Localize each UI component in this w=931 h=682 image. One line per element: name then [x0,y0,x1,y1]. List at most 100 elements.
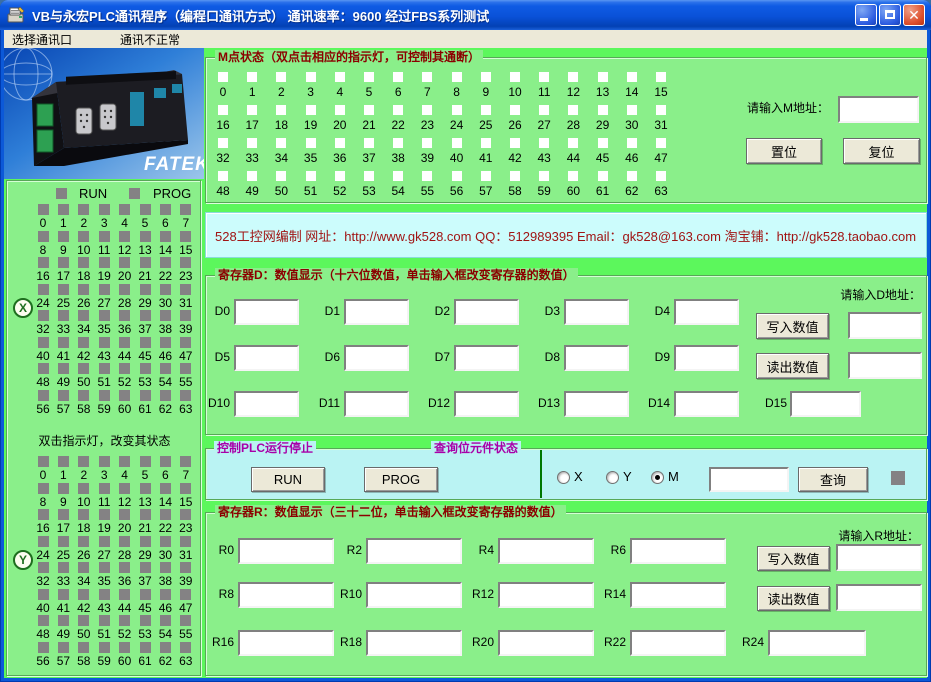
x-indicator-9[interactable] [58,231,69,242]
m-indicator-19[interactable] [306,105,316,115]
d-write-button[interactable]: 写入数值 [756,313,829,339]
y-indicator-26[interactable] [78,536,89,547]
x-indicator-51[interactable] [99,363,110,374]
x-indicator-59[interactable] [99,390,110,401]
d10-input[interactable] [234,391,299,417]
r14-input[interactable] [630,582,726,608]
m-indicator-18[interactable] [276,105,286,115]
m-indicator-3[interactable] [306,72,316,82]
y-indicator-11[interactable] [99,483,110,494]
x-indicator-37[interactable] [140,310,151,321]
d7-input[interactable] [454,345,519,371]
y-indicator-17[interactable] [58,509,69,520]
d0-input[interactable] [234,299,299,325]
y-indicator-56[interactable] [38,642,49,653]
y-indicator-54[interactable] [160,615,171,626]
m-indicator-32[interactable] [218,138,228,148]
m-indicator-48[interactable] [218,171,228,181]
x-indicator-41[interactable] [58,337,69,348]
x-indicator-19[interactable] [99,257,110,268]
m-indicator-11[interactable] [539,72,549,82]
m-indicator-44[interactable] [568,138,578,148]
m-indicator-63[interactable] [656,171,666,181]
x-indicator-3[interactable] [99,204,110,215]
y-indicator-20[interactable] [119,509,130,520]
y-indicator-38[interactable] [160,562,171,573]
x-indicator-31[interactable] [180,284,191,295]
m-indicator-50[interactable] [276,171,286,181]
maximize-button[interactable] [879,4,901,26]
x-indicator-27[interactable] [99,284,110,295]
d14-input[interactable] [674,391,739,417]
x-indicator-22[interactable] [160,257,171,268]
y-indicator-23[interactable] [180,509,191,520]
m-indicator-17[interactable] [247,105,257,115]
x-indicator-13[interactable] [140,231,151,242]
y-indicator-46[interactable] [160,589,171,600]
m-indicator-26[interactable] [510,105,520,115]
d1-input[interactable] [344,299,409,325]
r-write-value-input[interactable] [836,544,922,571]
r6-input[interactable] [630,538,726,564]
run-button[interactable]: RUN [251,467,325,492]
y-indicator-10[interactable] [78,483,89,494]
menu-item-comm-status[interactable]: 通讯不正常 [110,30,190,49]
m-address-input[interactable] [838,96,919,123]
x-indicator-42[interactable] [78,337,89,348]
x-indicator-63[interactable] [180,390,191,401]
x-indicator-36[interactable] [119,310,130,321]
reset-bit-button[interactable]: 复位 [843,138,920,164]
x-indicator-26[interactable] [78,284,89,295]
x-indicator-4[interactable] [119,204,130,215]
r10-input[interactable] [366,582,462,608]
x-indicator-62[interactable] [160,390,171,401]
m-indicator-43[interactable] [539,138,549,148]
m-indicator-9[interactable] [481,72,491,82]
m-indicator-27[interactable] [539,105,549,115]
y-indicator-24[interactable] [38,536,49,547]
m-indicator-57[interactable] [481,171,491,181]
m-indicator-6[interactable] [393,72,403,82]
x-indicator-48[interactable] [38,363,49,374]
m-indicator-24[interactable] [452,105,462,115]
x-indicator-35[interactable] [99,310,110,321]
d11-input[interactable] [344,391,409,417]
y-indicator-39[interactable] [180,562,191,573]
y-indicator-61[interactable] [140,642,151,653]
y-indicator-25[interactable] [58,536,69,547]
menu-item-select-port[interactable]: 选择通讯口 [4,30,82,49]
y-indicator-63[interactable] [180,642,191,653]
d15-input[interactable] [790,391,861,417]
y-indicator-34[interactable] [78,562,89,573]
y-indicator-49[interactable] [58,615,69,626]
y-indicator-8[interactable] [38,483,49,494]
m-indicator-14[interactable] [627,72,637,82]
r24-input[interactable] [768,630,866,656]
m-indicator-22[interactable] [393,105,403,115]
y-indicator-48[interactable] [38,615,49,626]
x-indicator-1[interactable] [58,204,69,215]
m-indicator-55[interactable] [422,171,432,181]
x-indicator-40[interactable] [38,337,49,348]
x-indicator-39[interactable] [180,310,191,321]
y-indicator-22[interactable] [160,509,171,520]
radio-m[interactable] [651,471,664,484]
y-indicator-41[interactable] [58,589,69,600]
m-indicator-54[interactable] [393,171,403,181]
y-indicator-2[interactable] [78,456,89,467]
y-indicator-40[interactable] [38,589,49,600]
d4-input[interactable] [674,299,739,325]
y-indicator-52[interactable] [119,615,130,626]
y-indicator-31[interactable] [180,536,191,547]
r2-input[interactable] [366,538,462,564]
x-indicator-6[interactable] [160,204,171,215]
y-indicator-0[interactable] [38,456,49,467]
d5-input[interactable] [234,345,299,371]
x-indicator-46[interactable] [160,337,171,348]
x-indicator-54[interactable] [160,363,171,374]
m-indicator-45[interactable] [598,138,608,148]
query-address-input[interactable] [709,467,789,492]
y-indicator-60[interactable] [119,642,130,653]
r-write-button[interactable]: 写入数值 [757,546,830,571]
radio-x[interactable] [557,471,570,484]
